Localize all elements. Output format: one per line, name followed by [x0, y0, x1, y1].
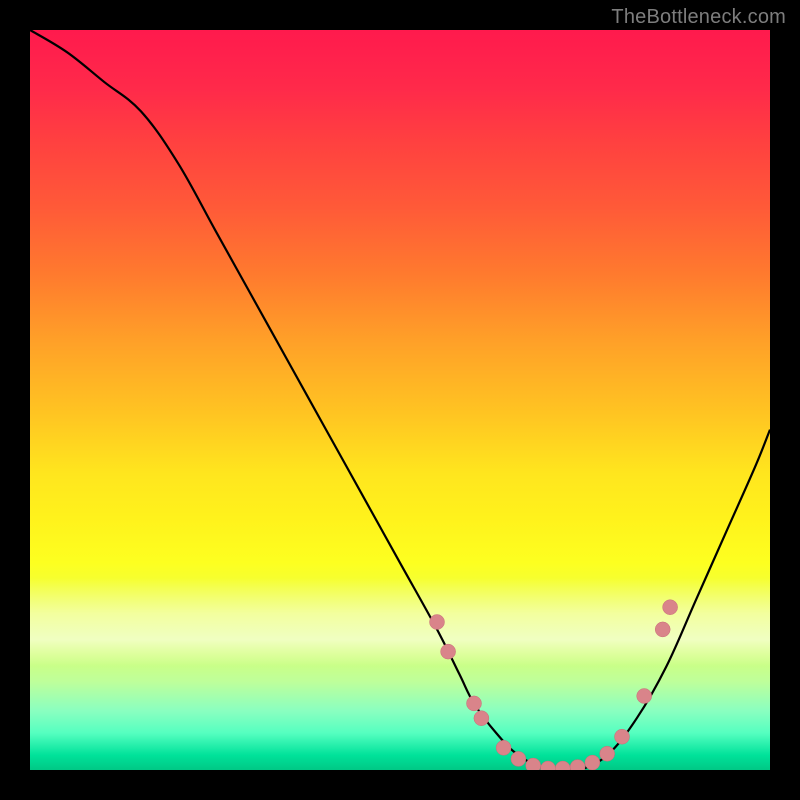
curve-marker [585, 755, 600, 770]
curve-marker [615, 729, 630, 744]
curve-marker [496, 740, 511, 755]
curve-marker [541, 761, 556, 770]
curve-marker [555, 761, 570, 770]
curve-layer [30, 30, 770, 770]
curve-marker [637, 689, 652, 704]
marker-group [430, 600, 678, 770]
curve-marker [474, 711, 489, 726]
curve-marker [511, 751, 526, 766]
curve-marker [655, 622, 670, 637]
chart-frame: TheBottleneck.com [0, 0, 800, 800]
curve-marker [467, 696, 482, 711]
curve-marker [441, 644, 456, 659]
curve-marker [663, 600, 678, 615]
bottleneck-curve [30, 30, 770, 770]
curve-marker [570, 760, 585, 770]
curve-marker [430, 615, 445, 630]
plot-area [30, 30, 770, 770]
curve-marker [526, 758, 541, 770]
watermark-text: TheBottleneck.com [611, 6, 786, 29]
curve-marker [600, 746, 615, 761]
